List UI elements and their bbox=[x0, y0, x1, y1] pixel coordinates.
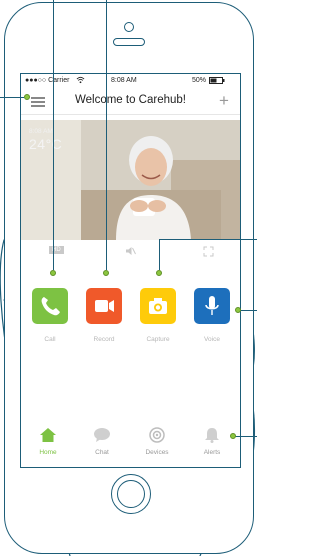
tab-home-label: Home bbox=[39, 449, 57, 456]
speaker-mute-icon[interactable] bbox=[125, 246, 136, 258]
tab-devices-label: Devices bbox=[145, 449, 169, 456]
devices-icon bbox=[149, 427, 165, 443]
carrier-label: ●●●○○ Carrier bbox=[25, 77, 70, 84]
voice-label: Voice bbox=[204, 336, 220, 343]
tab-bar: Home Chat Devices Alerts bbox=[21, 419, 240, 467]
front-camera bbox=[124, 22, 134, 32]
tab-alerts-label: Alerts bbox=[203, 449, 221, 456]
tab-alerts[interactable]: Alerts bbox=[185, 419, 239, 467]
microphone-icon bbox=[205, 296, 219, 315]
battery-icon bbox=[209, 77, 225, 86]
call-label: Call bbox=[44, 336, 56, 343]
record-callout-dot bbox=[103, 270, 109, 276]
fullscreen-icon[interactable] bbox=[203, 246, 214, 259]
alerts-callout-dot bbox=[230, 433, 236, 439]
call-button[interactable] bbox=[32, 288, 68, 324]
voice-button[interactable] bbox=[194, 288, 230, 324]
battery-label: 50% bbox=[192, 77, 207, 84]
earpiece-speaker bbox=[113, 38, 145, 46]
voice-callout-dot bbox=[235, 307, 241, 313]
bell-icon bbox=[205, 428, 219, 443]
capture-label: Capture bbox=[146, 336, 170, 343]
menu-callout-dot bbox=[24, 94, 30, 100]
call-callout-dot bbox=[50, 270, 56, 276]
tab-chat[interactable]: Chat bbox=[75, 419, 129, 467]
capture-button[interactable] bbox=[140, 288, 176, 324]
clock-label: 8:08 AM bbox=[111, 77, 137, 84]
camera-icon bbox=[149, 298, 167, 314]
hd-toggle[interactable]: HD bbox=[49, 246, 64, 254]
temperature-overlay: 24°C bbox=[29, 136, 63, 152]
capture-callout-dot bbox=[156, 270, 162, 276]
tab-home[interactable]: Home bbox=[21, 419, 75, 467]
video-time-overlay: 8:08 AM bbox=[29, 128, 53, 135]
home-button-ring bbox=[117, 480, 145, 508]
plus-icon[interactable]: + bbox=[219, 92, 229, 110]
phone-icon bbox=[41, 297, 60, 316]
record-label: Record bbox=[93, 336, 115, 343]
record-button[interactable] bbox=[86, 288, 122, 324]
home-icon bbox=[40, 428, 56, 442]
video-camera-icon bbox=[95, 300, 114, 312]
wifi-icon bbox=[76, 76, 85, 86]
chat-bubble-icon bbox=[94, 428, 110, 442]
tab-devices[interactable]: Devices bbox=[130, 419, 184, 467]
tab-chat-label: Chat bbox=[95, 449, 109, 456]
